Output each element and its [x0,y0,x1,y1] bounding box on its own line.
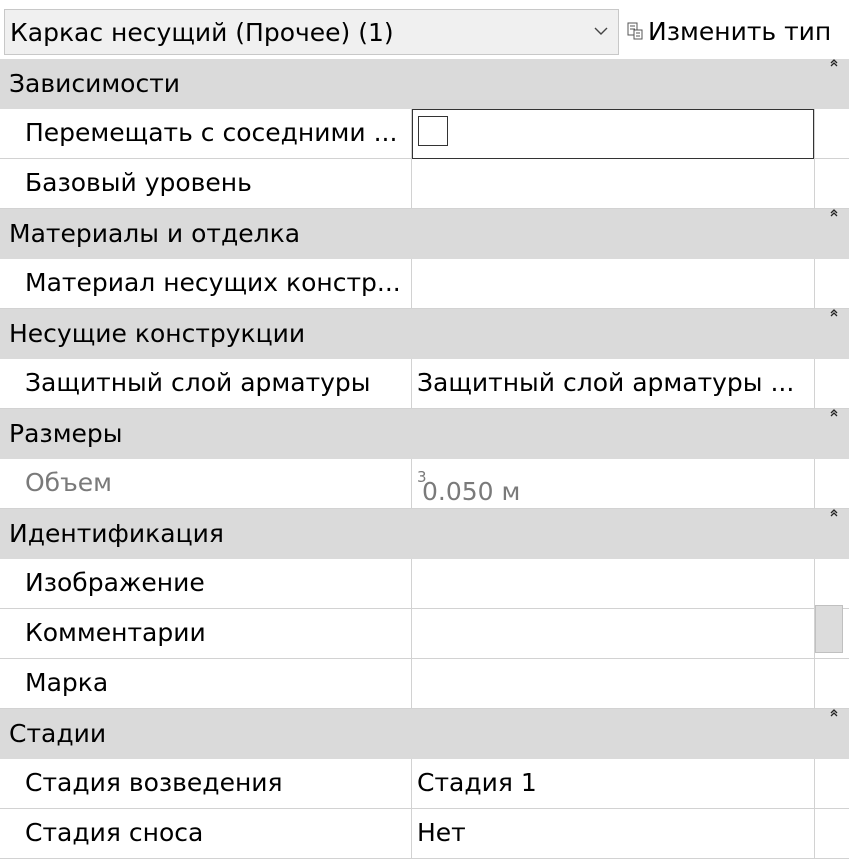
collapse-icon[interactable] [828,59,840,69]
property-row-phase-created: Стадия возведения Стадия 1 [0,759,849,809]
group-header-structural[interactable]: Несущие конструкции [0,309,849,359]
group-title: Материалы и отделка [9,219,301,248]
group-title: Несущие конструкции [9,319,306,348]
scrollbar-track[interactable] [814,159,849,209]
property-value: 0.050 м3 [417,468,520,506]
property-value-cell[interactable]: Стадия 1 [412,759,814,809]
property-name: Стадия возведения [25,768,283,797]
move-with-neighbors-checkbox[interactable] [418,116,448,146]
group-header-dependencies[interactable]: Зависимости [0,59,849,109]
scrollbar-track[interactable] [814,359,849,409]
property-name: Перемещать с соседними ... [25,118,398,147]
scrollbar-track[interactable] [814,109,849,159]
property-row-volume: Объем 0.050 м3 [0,459,849,509]
property-name: Стадия сноса [25,818,204,847]
property-name-cell: Комментарии [0,609,412,659]
group-header-identity[interactable]: Идентификация [0,509,849,559]
property-name-cell: Стадия сноса [0,809,412,859]
group-title: Зависимости [9,69,181,98]
group-header-dimensions[interactable]: Размеры [0,409,849,459]
property-value-cell[interactable] [412,659,814,709]
collapse-icon[interactable] [828,509,840,519]
property-name-cell: Базовый уровень [0,159,412,209]
property-row-move-with-neighbors: Перемещать с соседними ... [0,109,849,159]
group-title: Идентификация [9,519,224,548]
property-value: Защитный слой арматуры ... [417,368,795,397]
scrollbar-track[interactable] [814,659,849,709]
type-selector-label: Каркас несущий (Прочее) (1) [10,18,394,47]
type-selector-dropdown[interactable]: Каркас несущий (Прочее) (1) [4,9,619,55]
property-value-cell[interactable] [412,109,814,159]
collapse-icon[interactable] [828,409,840,419]
collapse-icon[interactable] [828,209,840,219]
properties-header: Каркас несущий (Прочее) (1) Изменить тип [0,0,849,60]
property-name: Изображение [25,568,205,597]
property-value: Нет [417,818,466,847]
property-row-image: Изображение [0,559,849,609]
property-value-cell[interactable] [412,259,814,309]
property-name-cell: Перемещать с соседними ... [0,109,412,159]
property-name-cell: Изображение [0,559,412,609]
property-name: Объем [25,468,112,497]
property-name: Материал несущих констр... [25,268,401,297]
property-name: Базовый уровень [25,168,252,197]
collapse-icon[interactable] [828,309,840,319]
volume-value: 0.050 м [422,477,521,506]
property-value-cell[interactable]: Защитный слой арматуры ... [412,359,814,409]
property-row-base-level: Базовый уровень [0,159,849,209]
property-name: Марка [25,668,109,697]
property-value-cell[interactable] [412,609,814,659]
group-title: Стадии [9,719,107,748]
property-name-cell: Стадия возведения [0,759,412,809]
property-row-rebar-cover: Защитный слой арматуры Защитный слой арм… [0,359,849,409]
scrollbar-thumb[interactable] [815,605,843,653]
collapse-icon[interactable] [828,709,840,719]
property-name-cell: Защитный слой арматуры [0,359,412,409]
property-value-cell[interactable] [412,159,814,209]
group-title: Размеры [9,419,123,448]
scrollbar-track[interactable] [814,759,849,809]
property-value-cell[interactable]: Нет [412,809,814,859]
property-name: Защитный слой арматуры [25,368,371,397]
property-value: Стадия 1 [417,768,537,797]
property-row-comments: Комментарии [0,609,849,659]
group-header-materials[interactable]: Материалы и отделка [0,209,849,259]
property-name: Комментарии [25,618,206,647]
property-value-cell: 0.050 м3 [412,459,814,509]
property-row-mark: Марка [0,659,849,709]
property-row-phase-demolished: Стадия сноса Нет [0,809,849,859]
edit-type-label: Изменить тип [648,17,832,46]
group-header-phasing[interactable]: Стадии [0,709,849,759]
scrollbar-track[interactable] [814,559,849,609]
edit-type-icon [627,22,643,40]
scrollbar-track[interactable] [814,259,849,309]
property-name-cell: Объем [0,459,412,509]
unit-superscript: 3 [417,468,427,486]
property-row-structural-material: Материал несущих констр... [0,259,849,309]
chevron-down-icon [594,27,608,35]
property-value-cell[interactable] [412,559,814,609]
scrollbar-track[interactable] [814,459,849,509]
property-name-cell: Материал несущих констр... [0,259,412,309]
properties-grid: Зависимости Перемещать с соседними ... Б… [0,59,849,859]
scrollbar-track[interactable] [814,809,849,859]
property-name-cell: Марка [0,659,412,709]
